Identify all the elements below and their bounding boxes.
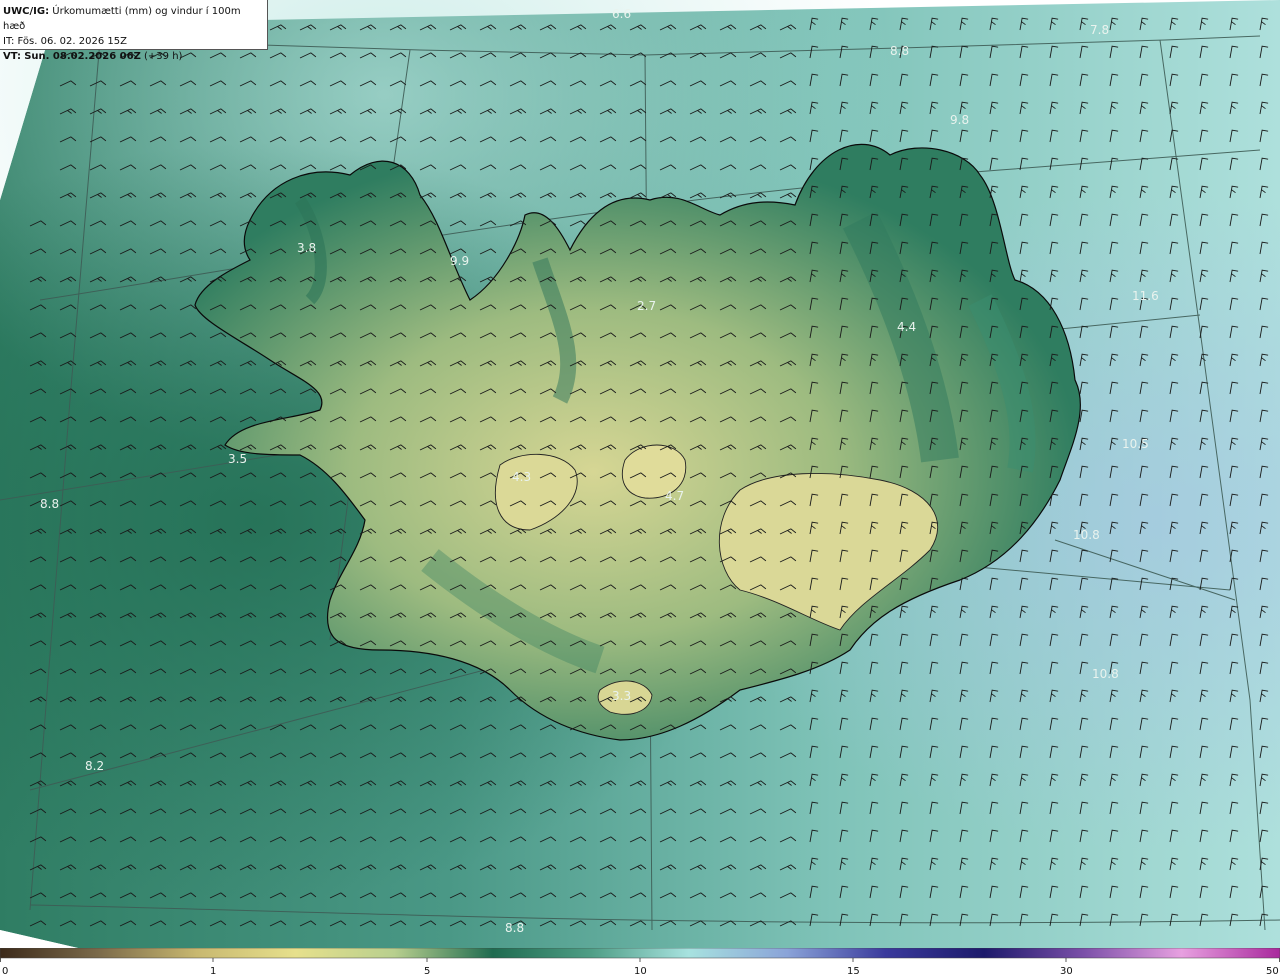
colorbar-tick: 10 (634, 966, 647, 977)
value-label: 9.8 (950, 113, 969, 127)
value-label: 10.8 (1073, 528, 1100, 542)
value-label: 10.8 (1092, 667, 1119, 681)
value-label: 3.8 (297, 241, 316, 255)
value-label: 8.2 (85, 759, 104, 773)
value-label: 4.3 (512, 470, 531, 484)
value-label: 8.8 (505, 921, 524, 935)
colorbar-tick: 1 (210, 966, 216, 977)
initial-time: IT: Fös. 06. 02. 2026 15Z (3, 36, 127, 47)
colorbar-tick: 50 (1266, 966, 1279, 977)
model-name: UWC/IG: (3, 6, 50, 17)
value-label: 6.6 (612, 7, 631, 21)
colorbar-gradient (0, 948, 1280, 959)
value-label: 9.9 (450, 254, 469, 268)
colorbar-tick: 15 (847, 966, 860, 977)
valid-time-prefix: VT: (3, 51, 22, 62)
value-label: 7.8 (1090, 23, 1109, 37)
map-title-box: UWC/IG: Úrkomumætti (mm) og vindur í 100… (0, 0, 268, 62)
colorbar-tick: 30 (1060, 966, 1073, 977)
value-label: 8.8 (890, 44, 909, 58)
title-line: UWC/IG: Úrkomumætti (mm) og vindur í 100… (3, 4, 264, 34)
value-label: 4.4 (897, 320, 916, 334)
value-label: 11.6 (1132, 289, 1159, 303)
map-view[interactable]: 6.6 7.8 8.8 9.8 3.8 9.9 2.7 4.4 11.6 3.5… (0, 0, 1280, 948)
value-label: 3.5 (228, 452, 247, 466)
value-label: 10.5 (1122, 437, 1149, 451)
lead-time: (+39 h) (144, 51, 183, 62)
value-label: 2.7 (637, 299, 656, 313)
colorbar-scale: 0 1 5 10 15 30 50 (0, 948, 1280, 977)
colorbar-tick-marks (0, 958, 1280, 962)
valid-time: Sun. 08.02.2026 06Z (24, 51, 141, 62)
colorbar-tick: 5 (424, 966, 430, 977)
value-label: 4.7 (665, 489, 684, 503)
value-label: 3.3 (612, 689, 631, 703)
value-label: 8.8 (40, 497, 59, 511)
precipitation-map: 6.6 7.8 8.8 9.8 3.8 9.9 2.7 4.4 11.6 3.5… (0, 0, 1280, 948)
valid-time-line: VT: Sun. 08.02.2026 06Z (+39 h) (3, 49, 264, 64)
colorbar-tick: 0 (2, 966, 8, 977)
colorbar: 0 1 5 10 15 30 50 (0, 948, 1280, 978)
